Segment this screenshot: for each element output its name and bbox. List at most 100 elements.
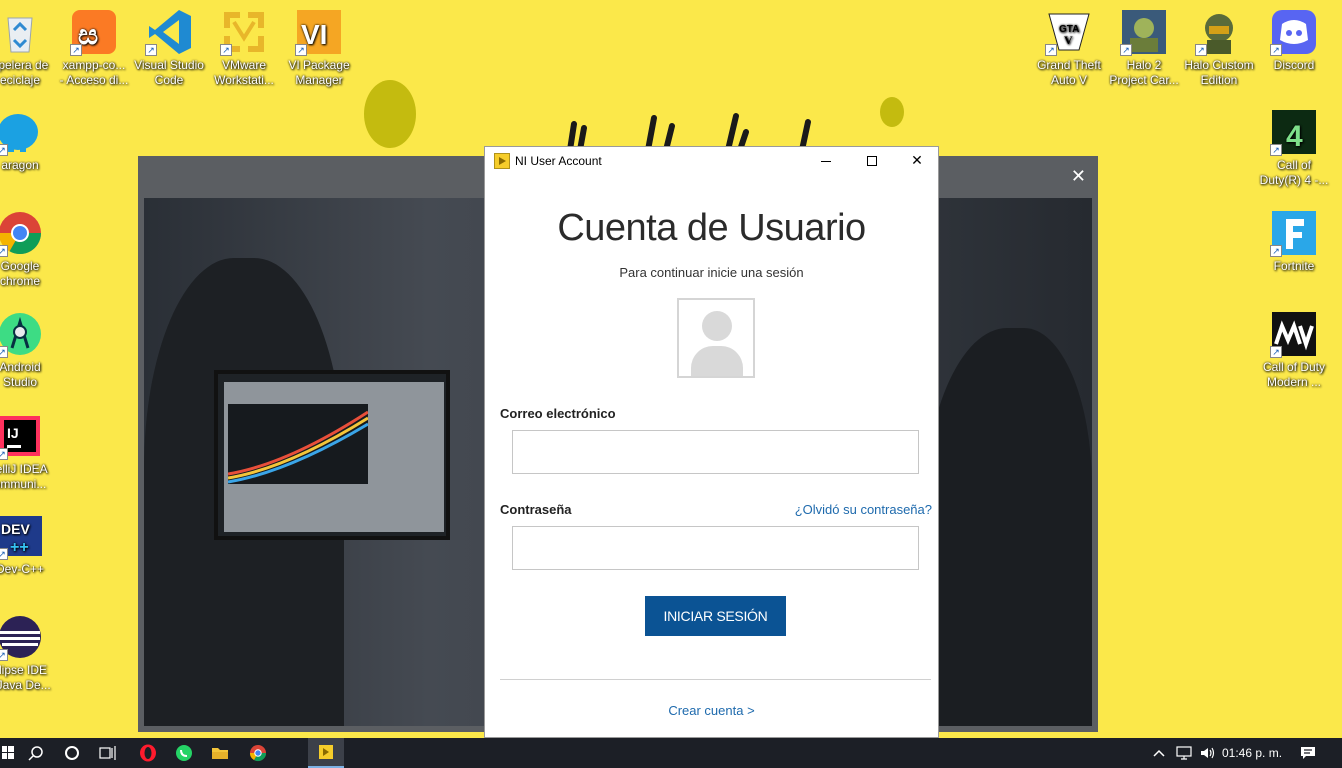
- avatar-head: [702, 311, 732, 341]
- shortcut-arrow-icon: ↗: [1270, 144, 1282, 156]
- search-icon: [28, 746, 43, 761]
- desktop-icon-eclipse[interactable]: ↗ clipse IDE r Java De...: [0, 613, 58, 693]
- eclipse-icon: ↗: [0, 613, 44, 661]
- desktop-icon-recycle-bin[interactable]: apelera de eciclaje: [0, 8, 58, 88]
- task-view-button[interactable]: [90, 738, 126, 768]
- volume-button[interactable]: [1198, 738, 1218, 768]
- desktop-icon-label: clipse IDE: [0, 663, 48, 677]
- halo-ce-icon: ↗: [1195, 8, 1243, 56]
- chrome-icon: ↗: [0, 209, 44, 257]
- taskbar-ni-user-account[interactable]: [308, 738, 344, 768]
- page-title: Cuenta de Usuario: [557, 207, 866, 249]
- shortcut-arrow-icon: ↗: [145, 44, 157, 56]
- shortcut-arrow-icon: ↗: [0, 548, 8, 560]
- fortnite-icon: ↗: [1270, 209, 1318, 257]
- close-button[interactable]: ✕: [894, 147, 940, 175]
- taskbar-chrome[interactable]: [240, 738, 276, 768]
- desktop-icon-label: Dev-C++: [0, 562, 45, 576]
- desktop-icon-vi-package-manager[interactable]: VI ↗ VI Package Manager: [281, 8, 357, 88]
- opera-icon: [140, 744, 156, 762]
- shortcut-arrow-icon: ↗: [1270, 44, 1282, 56]
- chrome-icon: [249, 745, 267, 762]
- desktop-icon-laragon[interactable]: ↗ aragon: [0, 108, 58, 173]
- speaker-icon: [1201, 747, 1215, 759]
- shortcut-arrow-icon: ↗: [1195, 44, 1207, 56]
- desktop-icon-fortnite[interactable]: ↗ Fortnite: [1256, 209, 1332, 274]
- maximize-button[interactable]: [849, 147, 895, 175]
- desktop-icon-label: - Acceso di...: [59, 73, 129, 87]
- ni-app-icon: [494, 153, 510, 169]
- windows-icon: [2, 746, 14, 759]
- cortana-icon: [65, 746, 79, 760]
- network-icon: [1176, 746, 1192, 760]
- network-button[interactable]: [1174, 738, 1194, 768]
- desktop-icon-label: Modern ...: [1266, 375, 1322, 389]
- svg-text:DEV: DEV: [1, 521, 30, 537]
- svg-text:V: V: [1064, 33, 1073, 47]
- taskbar-opera[interactable]: [130, 738, 166, 768]
- divider: [500, 679, 931, 680]
- desktop-icon-vscode[interactable]: ↗ Visual Studio Code: [131, 8, 207, 88]
- action-center-button[interactable]: [1296, 738, 1320, 768]
- search-button[interactable]: [18, 738, 54, 768]
- desktop-icon-halo-ce[interactable]: ↗ Halo Custom Edition: [1181, 8, 1257, 88]
- shortcut-arrow-icon: ↗: [0, 245, 8, 257]
- login-button[interactable]: INICIAR SESIÓN: [645, 596, 786, 636]
- forgot-password-link[interactable]: ¿Olvidó su contraseña?: [795, 502, 932, 517]
- xampp-icon: ස ↗: [70, 8, 118, 56]
- taskbar-file-explorer[interactable]: [202, 738, 238, 768]
- avatar: [677, 298, 755, 378]
- desktop-icon-devcpp[interactable]: DEV ++ ↗ Dev-C++: [0, 512, 58, 577]
- desktop-icon-vmware[interactable]: ↗ VMware Workstati...: [206, 8, 282, 88]
- desktop-icon-cod4[interactable]: 4 ↗ Call of Duty(R) 4 -...: [1256, 108, 1332, 188]
- taskbar-clock[interactable]: 01:46 p. m.: [1222, 746, 1282, 760]
- laragon-icon: ↗: [0, 108, 44, 156]
- dialog-titlebar[interactable]: NI User Account ✕: [485, 147, 938, 175]
- cortana-button[interactable]: [54, 738, 90, 768]
- svg-text:IJ: IJ: [7, 425, 19, 441]
- hero-person-right: [922, 328, 1092, 726]
- taskbar: 01:46 p. m.: [0, 738, 1342, 768]
- devcpp-icon: DEV ++ ↗: [0, 512, 44, 560]
- desktop-icon-halo2[interactable]: ↗ Halo 2 Project Car...: [1106, 8, 1182, 88]
- show-hidden-icons-button[interactable]: [1150, 738, 1168, 768]
- ni-app-icon: [319, 745, 333, 759]
- minimize-button[interactable]: [803, 147, 849, 175]
- desktop-icon-chrome[interactable]: ↗ Google chrome: [0, 209, 58, 289]
- shortcut-arrow-icon: ↗: [0, 448, 8, 460]
- desktop-icon-label: VMware: [221, 58, 266, 72]
- desktop-icon-label: ommuni...: [0, 477, 47, 491]
- desktop-icon-label: Workstati...: [214, 73, 274, 87]
- intellij-icon: IJ ↗: [0, 412, 44, 460]
- desktop-icon-label: Manager: [295, 73, 343, 87]
- ni-user-account-dialog: NI User Account ✕ Cuenta de Usuario Para…: [484, 146, 939, 738]
- desktop-icon-cod-mw[interactable]: ↗ Call of Duty Modern ...: [1256, 310, 1332, 390]
- cod4-icon: 4 ↗: [1270, 108, 1318, 156]
- desktop-icon-label: apelera de: [0, 58, 49, 72]
- desktop-icon-label: xampp-co...: [62, 58, 126, 72]
- start-button[interactable]: [0, 738, 16, 768]
- desktop-icon-label: telliJ IDEA: [0, 462, 48, 476]
- shortcut-arrow-icon: ↗: [0, 346, 8, 358]
- desktop-icon-intellij[interactable]: IJ ↗ telliJ IDEA ommuni...: [0, 412, 58, 492]
- chevron-up-icon: [1153, 749, 1165, 757]
- taskbar-whatsapp[interactable]: [166, 738, 202, 768]
- desktop-icon-label: r Java De...: [0, 678, 51, 692]
- desktop-icon-label: Duty(R) 4 -...: [1259, 173, 1329, 187]
- launcher-close-icon[interactable]: ✕: [1071, 166, 1086, 187]
- desktop-icon-label: Call of: [1276, 158, 1311, 172]
- close-icon: ✕: [911, 153, 923, 169]
- password-field[interactable]: [512, 526, 919, 570]
- wallpaper-blob: [880, 97, 904, 127]
- desktop-icon-discord[interactable]: ↗ Discord: [1256, 8, 1332, 73]
- desktop-icon-label: Visual Studio: [134, 58, 204, 72]
- desktop-icon-label: Code: [154, 73, 184, 87]
- shortcut-arrow-icon: ↗: [1045, 44, 1057, 56]
- email-field[interactable]: [512, 430, 919, 474]
- recycle-bin-icon: [0, 8, 44, 56]
- create-account-link[interactable]: Crear cuenta >: [485, 703, 938, 718]
- desktop-icon-android-studio[interactable]: ↗ Android Studio: [0, 310, 58, 390]
- minimize-icon: [821, 160, 831, 162]
- desktop-icon-xampp[interactable]: ස ↗ xampp-co... - Acceso di...: [56, 8, 132, 88]
- desktop-icon-gta-v[interactable]: GTA V ↗ Grand Theft Auto V: [1031, 8, 1107, 88]
